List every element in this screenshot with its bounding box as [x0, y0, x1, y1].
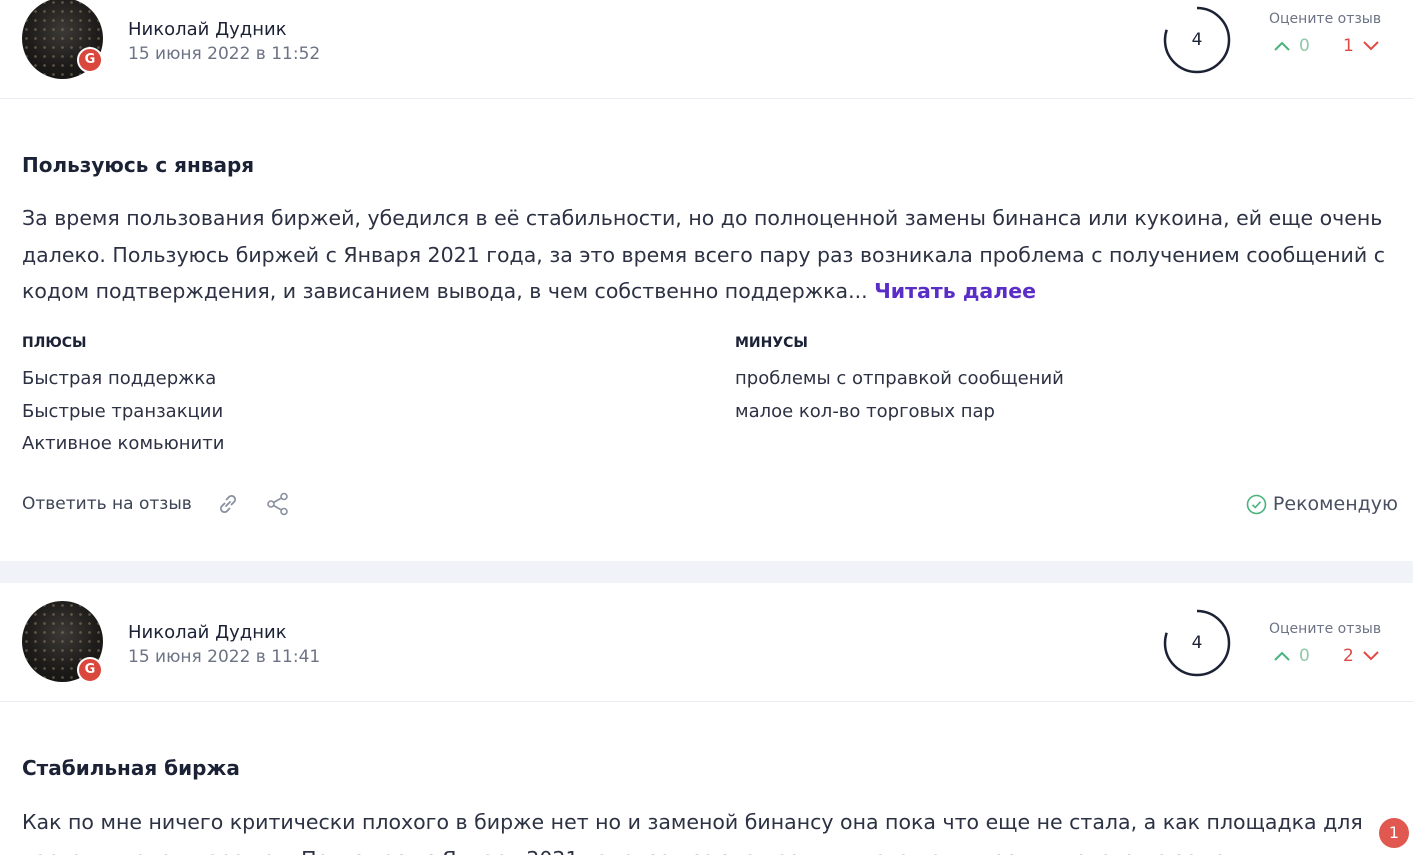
reviews-page: G Николай Дудник 15 июня 2022 в 11:52 4 … — [0, 0, 1413, 855]
rate-review-label: Оцените отзыв — [1269, 621, 1382, 637]
upvote-button[interactable]: 0 — [1273, 645, 1310, 667]
upvote-count: 0 — [1299, 646, 1310, 666]
upvote-button[interactable]: 0 — [1273, 35, 1310, 57]
review-header: G Николай Дудник 15 июня 2022 в 11:52 4 … — [0, 0, 1413, 99]
rating-value: 4 — [1191, 30, 1203, 50]
rating-value: 4 — [1191, 633, 1203, 653]
review-actions: Ответить на отзыв — [22, 490, 292, 518]
review-header: G Николай Дудник 15 июня 2022 в 11:41 4 … — [0, 583, 1413, 702]
google-badge-icon: G — [77, 657, 103, 683]
recommend-status: Рекомендую — [1246, 490, 1398, 518]
upvote-count: 0 — [1299, 36, 1310, 56]
review-card: G Николай Дудник 15 июня 2022 в 11:41 4 … — [0, 583, 1413, 855]
chevron-down-icon — [1363, 41, 1379, 51]
pros-title: ПЛЮСЫ — [22, 335, 87, 351]
downvote-button[interactable]: 1 — [1343, 35, 1380, 57]
pros-item: Быстрые транзакции — [22, 400, 224, 422]
chevron-down-icon — [1363, 651, 1379, 661]
chevron-up-icon — [1274, 651, 1290, 661]
chevron-up-icon — [1274, 41, 1290, 51]
review-date: 15 июня 2022 в 11:41 — [128, 647, 321, 667]
rate-review-label: Оцените отзыв — [1269, 11, 1382, 27]
downvote-count: 2 — [1343, 646, 1354, 666]
cons-list: проблемы с отправкой сообщений малое кол… — [735, 363, 1064, 428]
review-title: Стабильная биржа — [22, 756, 240, 780]
share-icon[interactable] — [264, 490, 292, 518]
link-icon[interactable] — [214, 490, 242, 518]
notification-badge[interactable]: 1 — [1379, 818, 1409, 848]
pros-item: Быстрая поддержка — [22, 368, 217, 389]
review-text: За время пользования биржей, убедился в … — [22, 200, 1397, 310]
cons-title: МИНУСЫ — [735, 335, 808, 351]
cons-item: проблемы с отправкой сообщений — [735, 368, 1064, 389]
pros-item: Активное комьюнити — [22, 433, 225, 454]
review-card: G Николай Дудник 15 июня 2022 в 11:52 4 … — [0, 0, 1413, 561]
pros-list: Быстрая поддержка Быстрые транзакции Акт… — [22, 363, 224, 461]
downvote-button[interactable]: 2 — [1343, 645, 1380, 667]
review-text-body: За время пользования биржей, убедился в … — [22, 206, 1385, 303]
reply-button[interactable]: Ответить на отзыв — [22, 494, 192, 514]
downvote-count: 1 — [1343, 36, 1354, 56]
check-circle-icon — [1246, 494, 1267, 514]
cons-item: малое кол-во торговых пар — [735, 400, 995, 422]
review-separator — [0, 561, 1413, 583]
author-name[interactable]: Николай Дудник — [128, 622, 287, 643]
review-date: 15 июня 2022 в 11:52 — [128, 44, 321, 64]
review-title: Пользуюсь с января — [22, 153, 255, 177]
review-text: Как по мне ничего критически плохого в б… — [22, 810, 1363, 855]
google-badge-icon: G — [77, 47, 103, 73]
author-name[interactable]: Николай Дудник — [128, 19, 287, 40]
recommend-label: Рекомендую — [1272, 493, 1398, 515]
read-more-link[interactable]: Читать далее — [874, 279, 1036, 303]
